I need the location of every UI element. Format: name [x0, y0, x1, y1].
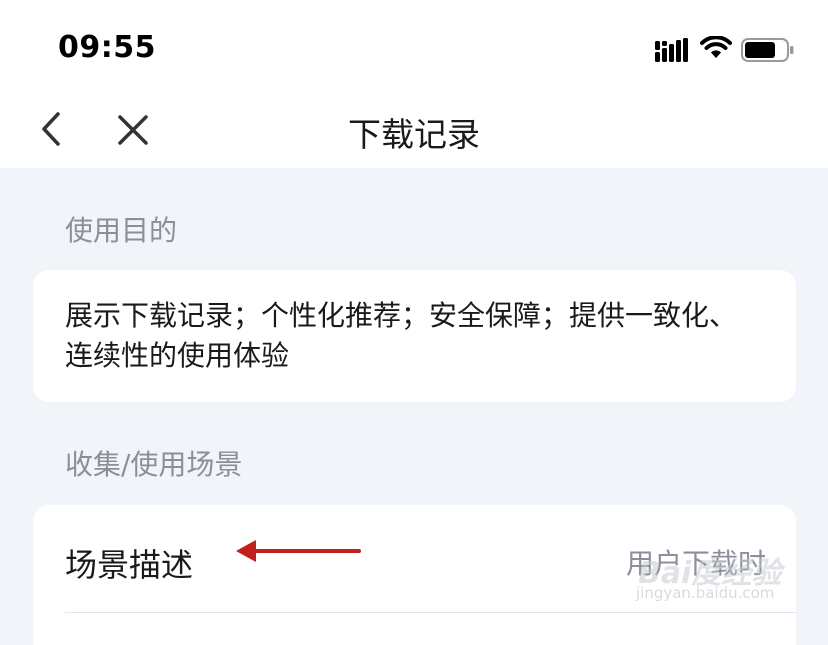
purpose-card: 展示下载记录；个性化推荐；安全保障；提供一致化、连续性的使用体验 — [33, 270, 796, 402]
wifi-icon — [700, 36, 732, 58]
watermark-url: jingyan.baidu.com — [636, 584, 775, 602]
page-title: 下载记录 — [348, 115, 480, 154]
annotation-arrow-icon — [236, 540, 361, 562]
watermark: Bai度经验 jingyan.baidu.com — [626, 526, 826, 620]
purpose-section-label: 使用目的 — [65, 214, 178, 247]
status-time: 09:55 — [58, 30, 156, 65]
nav-bar: 下载记录 — [0, 96, 828, 168]
signal-icon — [655, 38, 688, 62]
scene-description-label: 场景描述 — [65, 546, 194, 584]
battery-icon — [741, 38, 794, 62]
scene-section-label: 收集/使用场景 — [65, 448, 243, 481]
status-bar: 09:55 — [0, 0, 828, 96]
purpose-text: 展示下载记录；个性化推荐；安全保障；提供一致化、连续性的使用体验 — [65, 299, 738, 372]
